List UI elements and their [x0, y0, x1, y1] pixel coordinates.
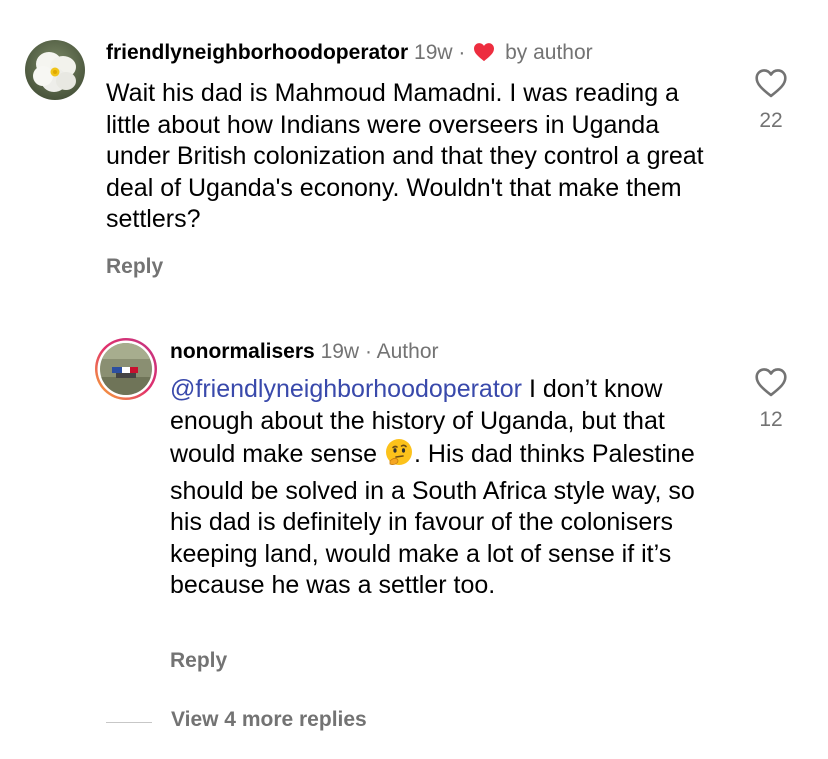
author-badge: Author	[376, 340, 439, 363]
comment-header: nonormalisers 19w · Author	[170, 339, 439, 365]
heart-icon	[473, 42, 495, 69]
avatar[interactable]	[94, 337, 158, 401]
username[interactable]: friendlyneighborhoodoperator	[106, 41, 408, 64]
comment-header: friendlyneighborhoodoperator 19w · by au…	[106, 40, 593, 69]
like-control: 22	[751, 68, 791, 133]
username[interactable]: nonormalisers	[170, 340, 315, 363]
like-count: 22	[759, 109, 783, 132]
thinking-face-emoji	[384, 437, 414, 476]
heart-outline-icon[interactable]	[754, 368, 788, 401]
separator: ·	[458, 41, 466, 64]
reply-button[interactable]: Reply	[170, 649, 227, 673]
like-control: 12	[751, 367, 791, 432]
comment-text: Wait his dad is Mahmoud Mamadni. I was r…	[106, 79, 704, 233]
mention-link[interactable]: @friendlyneighborhoodoperator	[170, 375, 522, 403]
heart-outline-icon[interactable]	[754, 69, 788, 102]
separator: ·	[364, 340, 372, 363]
story-ring-avatar-image	[95, 338, 157, 400]
avatar[interactable]	[25, 40, 85, 100]
reply-button[interactable]: Reply	[106, 255, 163, 279]
timestamp[interactable]: 19w	[414, 41, 453, 64]
timestamp[interactable]: 19w	[321, 340, 360, 363]
like-count: 12	[759, 408, 783, 431]
divider-line	[106, 722, 152, 723]
comment-text: @friendlyneighborhoodoperator I don’t kn…	[170, 374, 730, 602]
flower-avatar-image	[25, 40, 85, 100]
view-more-replies-button[interactable]: View 4 more replies	[171, 708, 367, 732]
liked-by-author-label: by author	[505, 41, 593, 64]
